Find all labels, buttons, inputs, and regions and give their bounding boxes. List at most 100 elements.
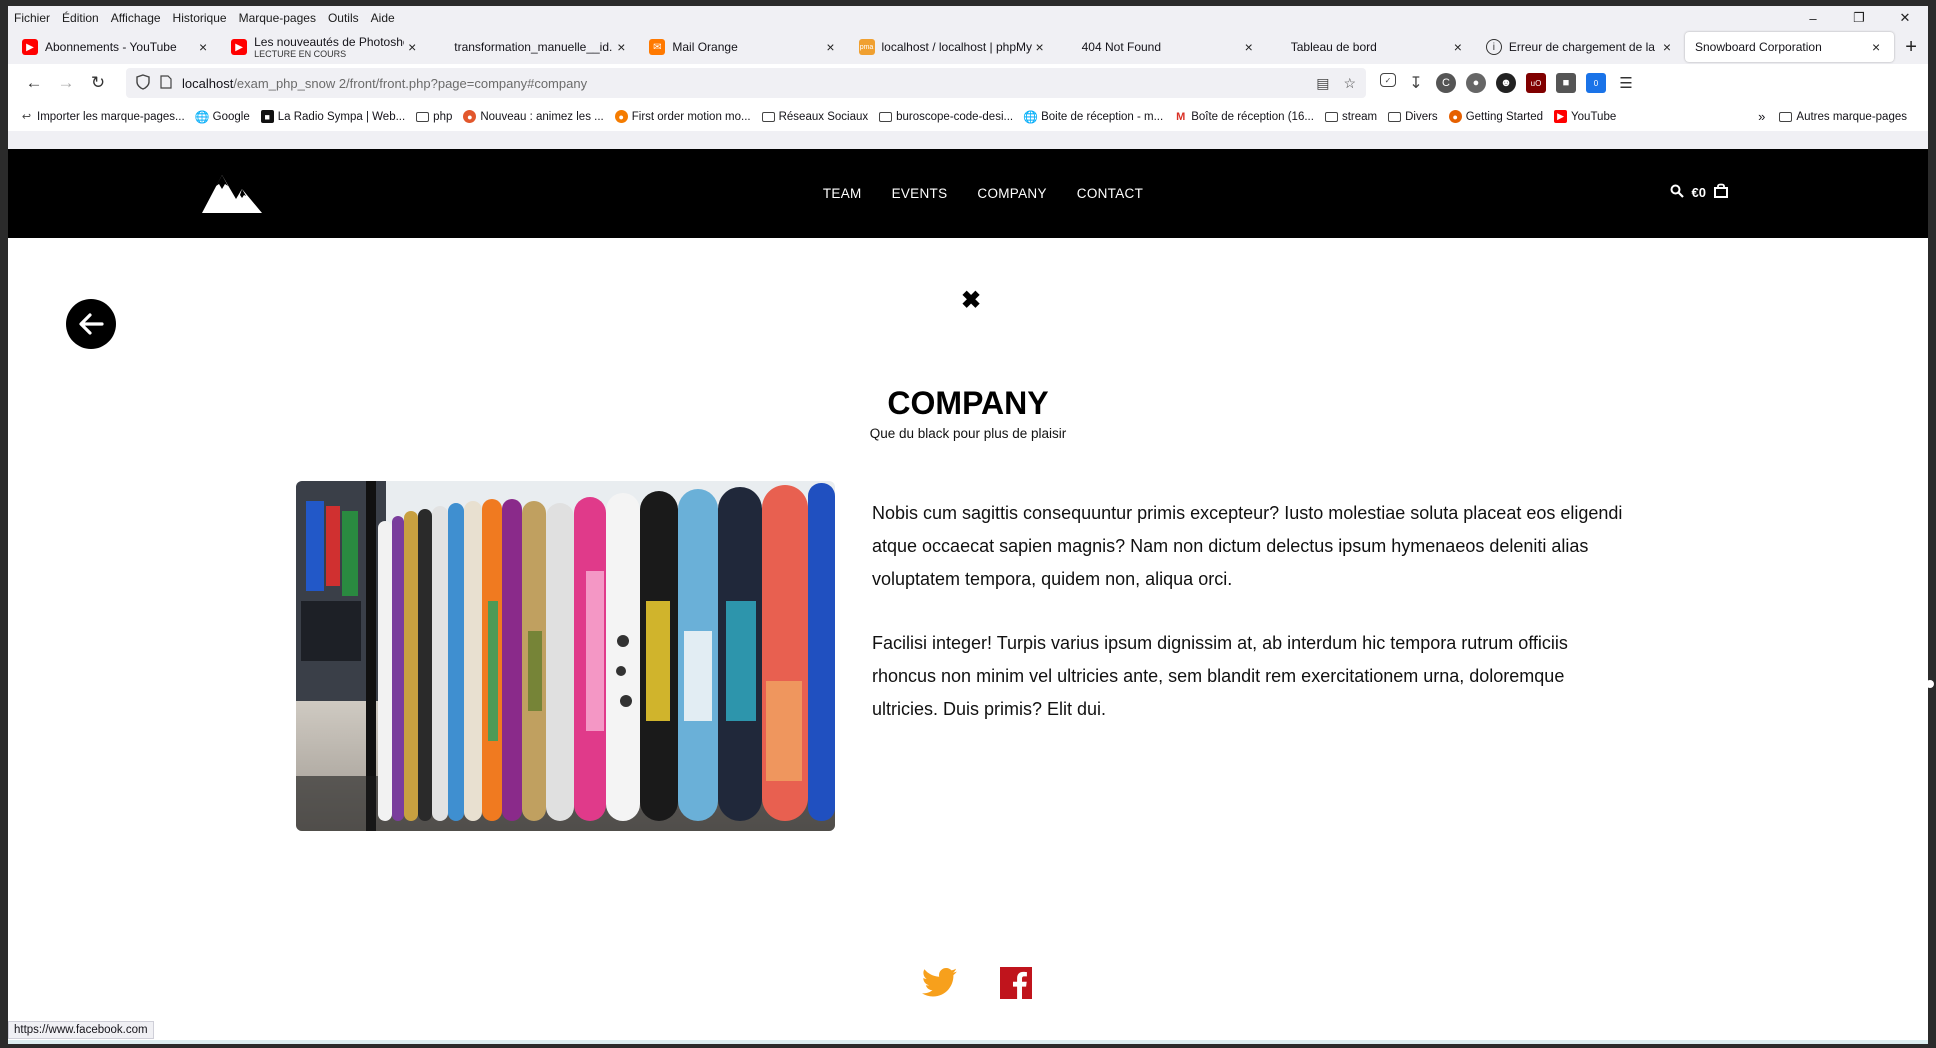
folder-icon <box>416 111 430 122</box>
tab-label: Les nouveautés de Photosho LECTURE EN CO… <box>254 35 404 59</box>
bookmark-label: php <box>433 110 453 123</box>
tab-load-error[interactable]: i Erreur de chargement de la p × <box>1476 30 1685 64</box>
twitter-link[interactable] <box>922 965 958 1001</box>
tab-close-icon[interactable]: × <box>1868 39 1884 55</box>
tab-close-icon[interactable]: × <box>1241 39 1257 55</box>
tab-close-icon[interactable]: × <box>195 39 211 55</box>
bookmark-label: Google <box>212 110 250 123</box>
ublock-icon[interactable]: uO <box>1526 73 1546 93</box>
bookmark-import[interactable]: ↩ Importer les marque-pages... <box>20 110 185 124</box>
nav-events[interactable]: EVENTS <box>892 186 948 201</box>
chevron-double-right-icon[interactable]: » <box>1758 109 1765 124</box>
tab-phpmyadmin[interactable]: pma localhost / localhost | phpMy × <box>849 30 1058 64</box>
extension-face-icon[interactable]: ☻ <box>1496 73 1516 93</box>
folder-icon <box>879 111 893 122</box>
bookmark-star-icon[interactable]: ☆ <box>1343 75 1356 92</box>
pocket-icon[interactable]: ✓ <box>1380 73 1396 87</box>
reload-icon[interactable]: ↻ <box>82 68 114 98</box>
globe-icon: 🌐 <box>1023 109 1039 124</box>
youtube-icon: ▶ <box>22 39 38 55</box>
tab-bar: ▶ Abonnements - YouTube × ▶ Les nouveaut… <box>8 30 1928 64</box>
bookmark-folder-divers[interactable]: Divers <box>1388 111 1438 123</box>
bookmark-label: Nouveau : animez les ... <box>480 110 604 123</box>
bookmark-folder-stream[interactable]: stream <box>1324 110 1378 123</box>
shield-icon[interactable] <box>136 73 150 93</box>
tab-tableau-de-bord[interactable]: Tableau de bord × <box>1267 30 1476 64</box>
tab-label: 404 Not Found <box>1081 40 1162 54</box>
bookmarks-overflow: » Autres marque-pages <box>1758 102 1918 131</box>
reader-view-icon[interactable]: ▤ <box>1316 75 1329 92</box>
tab-close-icon[interactable]: × <box>1659 39 1675 55</box>
import-icon: ↩ <box>21 111 32 123</box>
bookmark-label: Réseaux Sociaux <box>778 110 869 123</box>
shopping-bag-icon[interactable] <box>1714 183 1728 201</box>
bookmark-gmail[interactable]: M Boîte de réception (16... <box>1174 110 1314 123</box>
window-close-icon[interactable]: ✕ <box>1882 6 1928 30</box>
tab-close-icon[interactable]: × <box>823 39 839 55</box>
restore-icon[interactable]: ❐ <box>1836 6 1882 30</box>
tab-snowboard-corporation[interactable]: Snowboard Corporation × <box>1685 32 1895 62</box>
bookmark-nouveau[interactable]: ● Nouveau : animez les ... <box>463 110 604 123</box>
tab-youtube-subscriptions[interactable]: ▶ Abonnements - YouTube × <box>12 30 221 64</box>
bookmark-getting-started[interactable]: ● Getting Started <box>1448 110 1543 123</box>
bookmark-youtube[interactable]: ▶ YouTube <box>1554 110 1616 123</box>
close-icon[interactable]: ✖ <box>958 287 984 314</box>
bookmark-label: Autres marque-pages <box>1796 110 1907 123</box>
bookmark-folder-buroscope[interactable]: buroscope-code-desi... <box>879 111 1013 123</box>
browser-chrome: Fichier Édition Affichage Historique Mar… <box>8 6 1928 149</box>
bookmark-label: Boite de réception - m... <box>1041 110 1164 123</box>
social-links <box>8 965 1928 1001</box>
tab-label: transformation_manuelle__id.pn <box>454 40 614 54</box>
tab-404[interactable]: 404 Not Found × <box>1058 30 1267 64</box>
bookmark-radio-sympa[interactable]: ■ La Radio Sympa | Web... <box>260 110 405 123</box>
bookmark-other[interactable]: Autres marque-pages <box>1779 111 1907 123</box>
cart-total[interactable]: €0 <box>1692 185 1706 200</box>
tab-close-icon[interactable]: × <box>404 39 420 55</box>
search-icon[interactable] <box>1670 184 1684 201</box>
nav-team[interactable]: TEAM <box>823 186 862 201</box>
download-icon[interactable]: ↧ <box>1406 73 1426 93</box>
tab-photoshop-news[interactable]: ▶ Les nouveautés de Photosho LECTURE EN … <box>221 30 430 64</box>
extension-c-icon[interactable]: C <box>1436 73 1456 93</box>
menu-hamburger-icon[interactable]: ☰ <box>1616 73 1636 93</box>
menu-edition[interactable]: Édition <box>62 11 99 25</box>
extension-badge-icon[interactable]: 0 <box>1586 73 1606 93</box>
bookmark-google[interactable]: 🌐 Google <box>195 110 250 124</box>
bookmark-first-order[interactable]: ● First order motion mo... <box>614 110 751 123</box>
bookmark-folder-php[interactable]: php <box>416 111 452 123</box>
back-arrow-icon[interactable]: ← <box>18 68 50 98</box>
tab-transformation[interactable]: transformation_manuelle__id.pn × <box>430 30 639 64</box>
bookmark-folder-reseaux[interactable]: Réseaux Sociaux <box>761 110 869 123</box>
menu-marque-pages[interactable]: Marque-pages <box>239 11 316 25</box>
facebook-link[interactable] <box>998 965 1034 1001</box>
tab-close-icon[interactable]: × <box>1032 39 1048 55</box>
menu-outils[interactable]: Outils <box>328 11 359 25</box>
bookmark-label: Divers <box>1405 110 1438 123</box>
tab-close-icon[interactable]: × <box>1450 39 1466 55</box>
company-paragraph-1: Nobis cum sagittis consequuntur primis e… <box>872 503 1623 589</box>
minimize-icon[interactable]: – <box>1790 6 1836 30</box>
nav-contact[interactable]: CONTACT <box>1077 186 1143 201</box>
menu-affichage[interactable]: Affichage <box>111 11 161 25</box>
menu-historique[interactable]: Historique <box>173 11 227 25</box>
new-tab-icon[interactable]: + <box>1894 30 1928 64</box>
bookmark-inbox-m[interactable]: 🌐 Boite de réception - m... <box>1023 109 1164 124</box>
main-nav: TEAM EVENTS COMPANY CONTACT <box>8 149 1928 238</box>
bookmarks-toolbar: ↩ Importer les marque-pages... 🌐 Google ■ L… <box>8 102 1928 131</box>
company-description: Nobis cum sagittis consequuntur primis e… <box>872 497 1632 757</box>
scroll-indicator[interactable] <box>1926 680 1934 688</box>
tab-close-icon[interactable]: × <box>613 39 629 55</box>
bookmark-label: stream <box>1341 110 1378 123</box>
nav-company[interactable]: COMPANY <box>977 186 1046 201</box>
url-bar[interactable]: localhost/exam_php_snow 2/front/front.ph… <box>126 68 1366 98</box>
menu-fichier[interactable]: Fichier <box>14 11 50 25</box>
tab-mail-orange[interactable]: ✉ Mail Orange × <box>639 30 848 64</box>
back-button[interactable] <box>66 299 116 349</box>
mail-icon: ✉ <box>649 39 666 55</box>
extension-shield-icon[interactable]: ■ <box>1556 73 1576 93</box>
menu-bar: Fichier Édition Affichage Historique Mar… <box>8 6 1928 30</box>
menu-aide[interactable]: Aide <box>371 11 395 25</box>
forward-arrow-icon[interactable]: → <box>50 68 82 98</box>
extension-record-icon[interactable]: ● <box>1466 73 1486 93</box>
url-host: localhost <box>182 75 234 91</box>
